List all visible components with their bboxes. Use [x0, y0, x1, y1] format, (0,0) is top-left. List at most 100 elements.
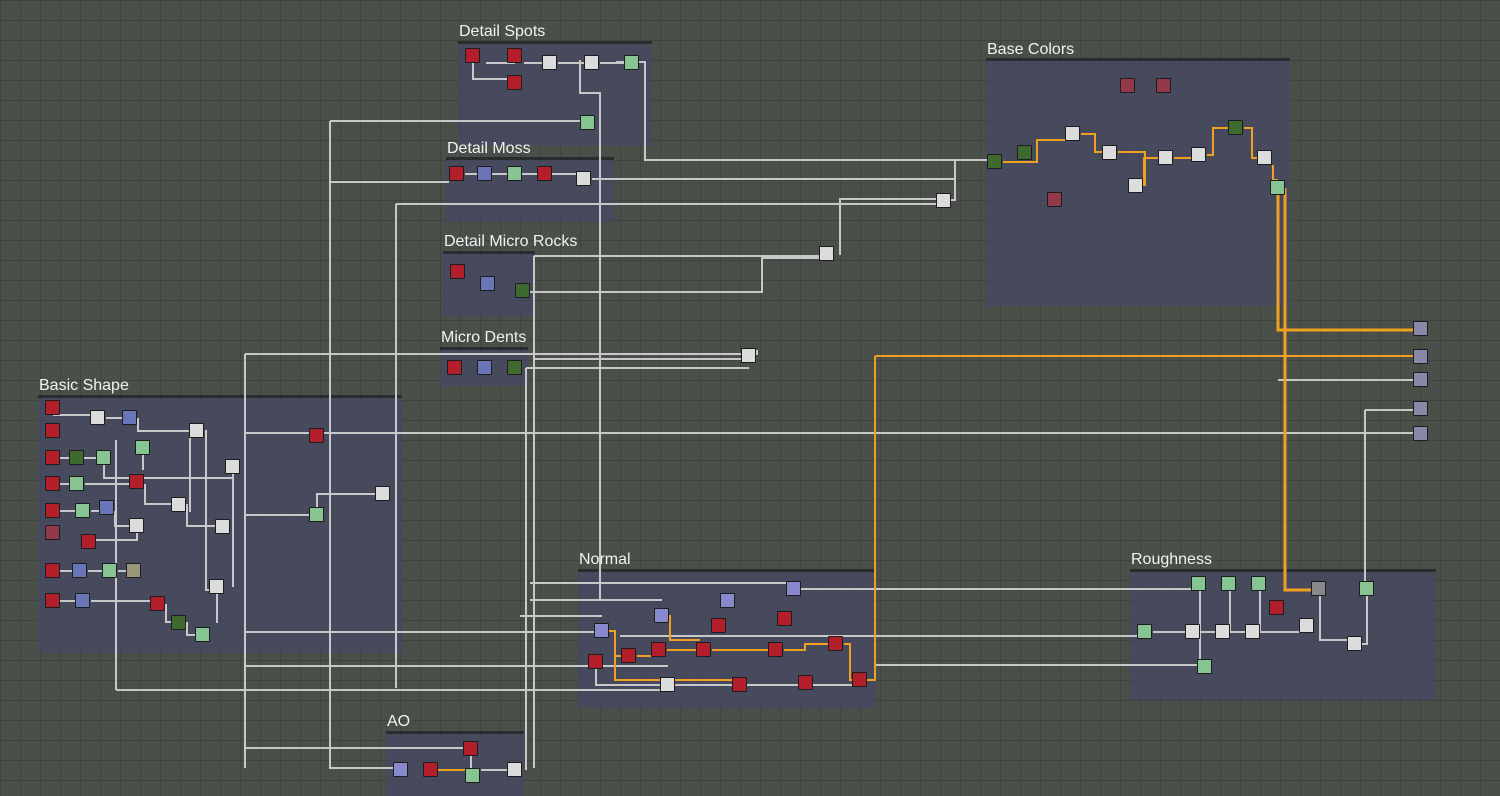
graph-node[interactable]: [1102, 145, 1117, 160]
graph-node[interactable]: [936, 193, 951, 208]
graph-node[interactable]: [621, 648, 636, 663]
graph-node[interactable]: [798, 675, 813, 690]
graph-node[interactable]: [1065, 126, 1080, 141]
graph-node[interactable]: [75, 593, 90, 608]
graph-node[interactable]: [852, 672, 867, 687]
graph-node[interactable]: [1156, 78, 1171, 93]
graph-node[interactable]: [1215, 624, 1230, 639]
graph-node[interactable]: [45, 593, 60, 608]
graph-node[interactable]: [624, 55, 639, 70]
graph-node[interactable]: [150, 596, 165, 611]
graph-node[interactable]: [81, 534, 96, 549]
graph-node[interactable]: [480, 276, 495, 291]
graph-node[interactable]: [463, 741, 478, 756]
graph-node[interactable]: [1359, 581, 1374, 596]
graph-node[interactable]: [393, 762, 408, 777]
graph-node[interactable]: [720, 593, 735, 608]
graph-node[interactable]: [1137, 624, 1152, 639]
graph-node[interactable]: [651, 642, 666, 657]
graph-node[interactable]: [465, 48, 480, 63]
graph-node[interactable]: [477, 360, 492, 375]
graph-node[interactable]: [1221, 576, 1236, 591]
graph-node[interactable]: [507, 48, 522, 63]
graph-node[interactable]: [309, 507, 324, 522]
graph-node[interactable]: [1128, 178, 1143, 193]
graph-node[interactable]: [732, 677, 747, 692]
graph-node[interactable]: [580, 115, 595, 130]
graph-node[interactable]: [594, 623, 609, 638]
graph-node[interactable]: [660, 677, 675, 692]
graph-node[interactable]: [819, 246, 834, 261]
graph-node[interactable]: [195, 627, 210, 642]
graph-node[interactable]: [507, 360, 522, 375]
graph-node[interactable]: [1197, 659, 1212, 674]
graph-node[interactable]: [375, 486, 390, 501]
graph-node[interactable]: [45, 400, 60, 415]
graph-node[interactable]: [515, 283, 530, 298]
graph-node[interactable]: [215, 519, 230, 534]
graph-node[interactable]: [654, 608, 669, 623]
graph-node[interactable]: [90, 410, 105, 425]
graph-node[interactable]: [102, 563, 117, 578]
graph-node[interactable]: [777, 611, 792, 626]
graph-node[interactable]: [45, 450, 60, 465]
graph-node[interactable]: [1191, 576, 1206, 591]
graph-node[interactable]: [447, 360, 462, 375]
graph-node[interactable]: [1191, 147, 1206, 162]
graph-node[interactable]: [1017, 145, 1032, 160]
graph-node[interactable]: [1047, 192, 1062, 207]
graph-node[interactable]: [477, 166, 492, 181]
graph-node[interactable]: [1185, 624, 1200, 639]
graph-node[interactable]: [99, 500, 114, 515]
graph-node[interactable]: [96, 450, 111, 465]
graph-node[interactable]: [507, 166, 522, 181]
graph-node[interactable]: [75, 503, 90, 518]
graph-node[interactable]: [696, 642, 711, 657]
graph-node[interactable]: [741, 348, 756, 363]
graph-node[interactable]: [45, 503, 60, 518]
graph-canvas[interactable]: Detail Spots Base Colors Detail Moss Det…: [0, 0, 1500, 796]
graph-node[interactable]: [449, 166, 464, 181]
graph-node[interactable]: [129, 474, 144, 489]
graph-node[interactable]: [309, 428, 324, 443]
graph-node[interactable]: [1413, 321, 1428, 336]
graph-node[interactable]: [126, 563, 141, 578]
graph-node[interactable]: [537, 166, 552, 181]
graph-node[interactable]: [768, 642, 783, 657]
graph-node[interactable]: [225, 459, 240, 474]
graph-node[interactable]: [450, 264, 465, 279]
graph-node[interactable]: [1228, 120, 1243, 135]
graph-node[interactable]: [45, 525, 60, 540]
graph-node[interactable]: [72, 563, 87, 578]
graph-node[interactable]: [576, 171, 591, 186]
graph-node[interactable]: [209, 579, 224, 594]
graph-node[interactable]: [1158, 150, 1173, 165]
graph-node[interactable]: [1245, 624, 1260, 639]
graph-node[interactable]: [1257, 150, 1272, 165]
graph-node[interactable]: [542, 55, 557, 70]
graph-node[interactable]: [1347, 636, 1362, 651]
graph-node[interactable]: [465, 768, 480, 783]
graph-node[interactable]: [189, 423, 204, 438]
graph-node[interactable]: [1251, 576, 1266, 591]
graph-node[interactable]: [828, 636, 843, 651]
graph-node[interactable]: [987, 154, 1002, 169]
graph-node[interactable]: [1311, 581, 1326, 596]
graph-node[interactable]: [786, 581, 801, 596]
graph-node[interactable]: [1413, 401, 1428, 416]
graph-node[interactable]: [588, 654, 603, 669]
graph-node[interactable]: [1269, 600, 1284, 615]
graph-node[interactable]: [711, 618, 726, 633]
graph-node[interactable]: [1413, 349, 1428, 364]
graph-node[interactable]: [1120, 78, 1135, 93]
graph-node[interactable]: [45, 423, 60, 438]
graph-node[interactable]: [1413, 372, 1428, 387]
graph-node[interactable]: [1413, 426, 1428, 441]
graph-node[interactable]: [69, 450, 84, 465]
graph-node[interactable]: [171, 615, 186, 630]
graph-node[interactable]: [69, 476, 84, 491]
graph-node[interactable]: [507, 75, 522, 90]
graph-node[interactable]: [507, 762, 522, 777]
graph-node[interactable]: [129, 518, 144, 533]
graph-node[interactable]: [1270, 180, 1285, 195]
